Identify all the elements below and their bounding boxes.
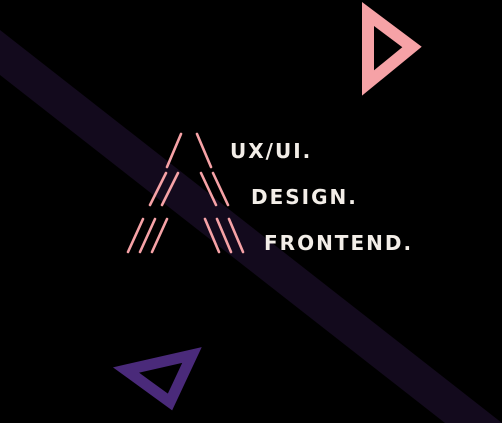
decor-canvas: [0, 2, 502, 423]
tagline-ux-ui: UX/UI.: [230, 139, 313, 163]
hero-scene: UX/UI. DESIGN. FRONTEND.: [0, 0, 502, 423]
tagline-design: DESIGN.: [251, 185, 358, 209]
triangle-outline-pink-icon: [362, 2, 422, 96]
tagline-frontend: FRONTEND.: [264, 231, 414, 255]
diagonal-band: [0, 30, 502, 423]
triangle-outline-purple-icon: [112, 347, 202, 411]
